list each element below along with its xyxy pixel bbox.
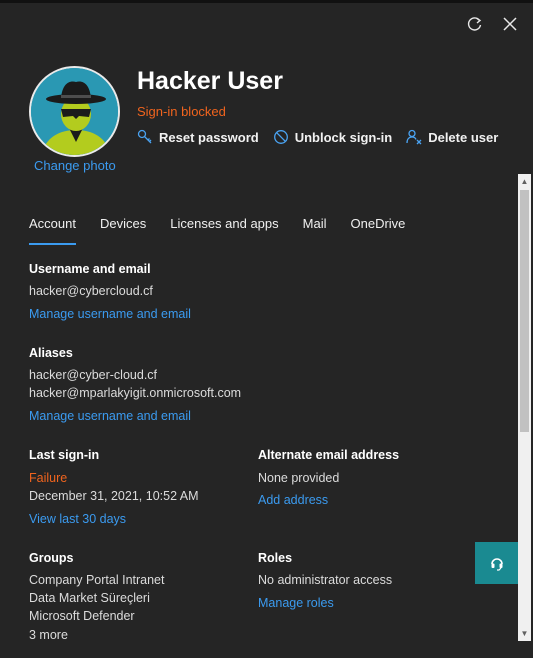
reset-password-label: Reset password [159,129,259,145]
panel-controls [465,15,519,33]
manage-aliases-link[interactable]: Manage username and email [29,409,191,423]
last-signin-result: Failure [29,471,68,485]
change-photo-link[interactable]: Change photo [34,158,116,173]
headset-icon [490,558,503,571]
group-item: Microsoft Defender [29,609,135,623]
tab-mail[interactable]: Mail [303,216,327,245]
user-actions: Reset password Unblock sign-in Delete us… [137,129,498,145]
reset-password-button[interactable]: Reset password [137,129,259,145]
tab-onedrive[interactable]: OneDrive [351,216,406,245]
add-address-link[interactable]: Add address [258,493,328,507]
delete-user-button[interactable]: Delete user [406,129,498,145]
block-icon [273,130,288,144]
aliases-section-label: Aliases [29,346,73,360]
username-section-label: Username and email [29,262,151,276]
refresh-icon[interactable] [465,15,483,33]
alternate-email-label: Alternate email address [258,448,400,462]
key-icon [137,129,152,144]
last-signin-label: Last sign-in [29,448,100,462]
delete-user-icon [406,129,422,145]
username-value: hacker@cybercloud.cf [29,284,153,298]
alias-value: hacker@cyber-cloud.cf [29,368,158,382]
manage-roles-link[interactable]: Manage roles [258,596,334,610]
vertical-scrollbar[interactable]: ▲ ▼ [518,174,531,641]
tab-devices[interactable]: Devices [100,216,146,245]
delete-user-label: Delete user [428,129,499,145]
groups-more-count[interactable]: 3 more [29,628,68,642]
scroll-up-icon[interactable]: ▲ [518,175,531,188]
view-last-30-days-link[interactable]: View last 30 days [29,512,126,526]
group-item: Data Market Süreçleri [29,591,150,605]
last-signin-date: December 31, 2021, 10:52 AM [29,489,199,503]
alias-value: hacker@mparlakyigit.onmicrosoft.com [29,386,242,400]
unblock-signin-button[interactable]: Unblock sign-in [273,129,393,145]
unblock-signin-label: Unblock sign-in [294,129,393,145]
avatar[interactable] [29,66,120,157]
roles-value: No administrator access [258,573,393,587]
alternate-email-value: None provided [258,471,340,485]
roles-label: Roles [258,551,293,565]
manage-username-link[interactable]: Manage username and email [29,307,191,321]
groups-label: Groups [29,551,74,565]
tab-licenses-and-apps[interactable]: Licenses and apps [170,216,278,245]
user-display-name: Hacker User [137,67,283,95]
user-details-panel: Change photo Hacker User Sign-in blocked… [0,0,533,658]
group-item: Company Portal Intranet [29,573,165,587]
scrollbar-thumb[interactable] [520,190,529,432]
signin-status: Sign-in blocked [137,104,226,119]
help-support-button[interactable] [475,542,518,584]
tab-account[interactable]: Account [29,216,76,245]
close-icon[interactable] [501,15,519,33]
scroll-down-icon[interactable]: ▼ [518,627,531,640]
tab-bar: Account Devices Licenses and apps Mail O… [29,216,405,245]
